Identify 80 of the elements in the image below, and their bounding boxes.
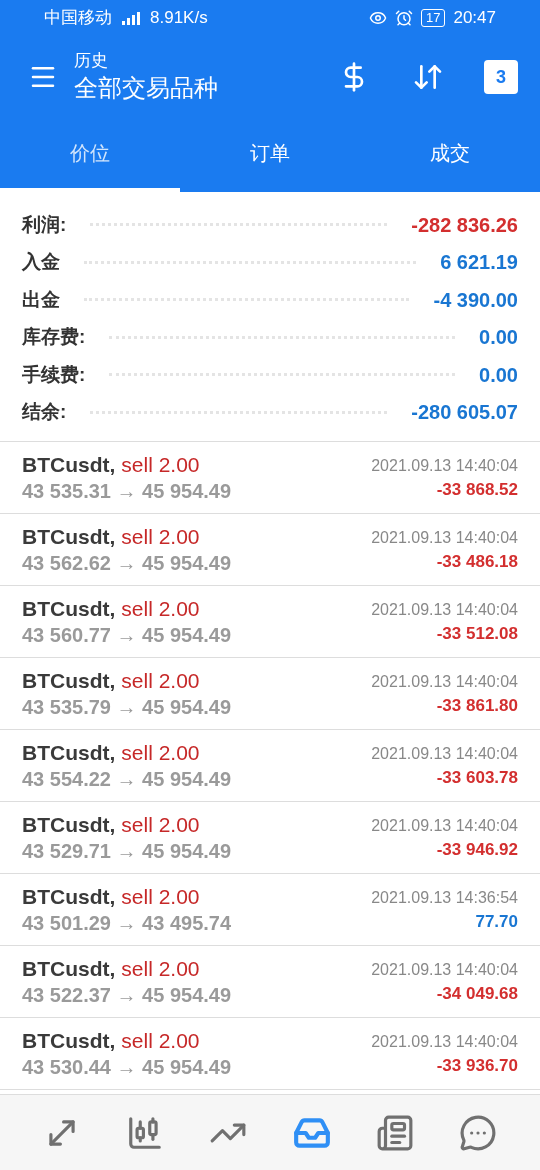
calendar-button[interactable]: 3: [484, 60, 518, 94]
trade-row[interactable]: BTCusdt, sell 2.00 43 560.77 → 45 954.49 2021.09.13 14:40:04 -33 512.08: [0, 586, 540, 658]
summary-label: 结余:: [22, 400, 67, 424]
summary-value: -4 390.00: [433, 287, 518, 313]
trade-symbol: BTCusdt,: [22, 883, 116, 910]
trade-prices: 43 529.71 → 45 954.49: [22, 838, 232, 864]
summary-label: 出金: [22, 287, 60, 312]
trade-time: 2021.09.13 14:40:04: [371, 743, 518, 764]
trade-side: sell 2.00: [121, 811, 200, 838]
trade-profit: 77.70: [475, 910, 518, 933]
summary-value: -282 836.26: [411, 212, 518, 238]
alarm-icon: [395, 9, 413, 27]
summary-label: 入金: [22, 250, 60, 274]
trade-profit: -33 936.70: [436, 1054, 518, 1077]
trade-prices: 43 562.62 → 45 954.49: [22, 550, 232, 576]
chat-bubble-icon[interactable]: [459, 1113, 498, 1152]
trade-prices: 43 530.44 → 45 954.49: [22, 1054, 232, 1080]
trade-prices: 43 554.22 → 45 954.49: [22, 766, 232, 792]
trade-side: sell 2.00: [121, 667, 200, 694]
trade-profit: -33 861.80: [436, 694, 518, 717]
trade-row[interactable]: BTCusdt, sell 2.00 43 501.29 → 43 495.74 2021.09.13 14:36:54 77.70: [0, 874, 540, 946]
trade-row[interactable]: BTCusdt, sell 2.00 43 562.62 → 45 954.49 2021.09.13 14:40:04 -33 486.18: [0, 514, 540, 586]
trade-time: 2021.09.13 14:40:04: [371, 1031, 518, 1052]
trade-profit: -33 512.08: [436, 622, 518, 645]
trade-prices: 43 522.37 → 45 954.49: [22, 982, 232, 1008]
summary-value: 0.00: [479, 362, 518, 388]
trade-prices: 43 535.79 → 45 954.49: [22, 694, 232, 720]
summary-label: 手续费:: [22, 362, 86, 387]
trade-symbol: BTCusdt,: [22, 1027, 116, 1054]
screen-title: 历史: [74, 50, 109, 72]
clock-time: 20:47: [453, 7, 496, 30]
trade-time: 2021.09.13 14:40:04: [371, 671, 518, 692]
trade-prices: 43 560.77 → 45 954.49: [22, 622, 232, 648]
trade-row[interactable]: BTCusdt, sell 2.00 43 522.37 → 45 954.49 2021.09.13 14:40:04 -34 049.68: [0, 946, 540, 1018]
summary-value: 0.00: [479, 325, 518, 351]
trade-symbol: BTCusdt,: [22, 739, 116, 766]
signal-icon: [120, 11, 142, 25]
battery-indicator: 17: [421, 9, 446, 27]
trade-prices: 43 535.31 → 45 954.49: [22, 478, 232, 504]
trade-time: 2021.09.13 14:40:04: [371, 815, 518, 836]
trade-side: sell 2.00: [121, 955, 200, 982]
trade-prices: 43 501.29 → 43 495.74: [22, 910, 232, 936]
trade-side: sell 2.00: [121, 1027, 200, 1054]
trade-side: sell 2.00: [121, 883, 200, 910]
trade-time: 2021.09.13 14:40:04: [371, 455, 518, 476]
trade-row[interactable]: BTCusdt, sell 2.00 43 535.79 → 45 954.49 2021.09.13 14:40:04 -33 861.80: [0, 658, 540, 730]
newspaper-icon[interactable]: [375, 1113, 414, 1152]
trade-profit: -34 049.68: [436, 982, 518, 1005]
trade-profit: -33 486.18: [436, 550, 518, 573]
trade-side: sell 2.00: [121, 595, 200, 622]
trade-time: 2021.09.13 14:36:54: [371, 887, 518, 908]
trade-symbol: BTCusdt,: [22, 955, 116, 982]
trade-profit: -33 946.92: [436, 838, 518, 861]
carrier-name: 中国移动: [44, 7, 112, 30]
trade-time: 2021.09.13 14:40:04: [371, 599, 518, 620]
network-speed: 8.91K/s: [150, 7, 208, 30]
summary-label: 利润:: [22, 212, 67, 237]
summary-value: 6 621.19: [440, 250, 518, 276]
trade-symbol: BTCusdt,: [22, 667, 116, 694]
trade-side: sell 2.00: [121, 739, 200, 766]
eye-icon: [369, 9, 387, 27]
summary-value: -280 605.07: [411, 400, 518, 426]
tab[interactable]: 成交: [360, 118, 540, 192]
trade-profit: -33 603.78: [436, 766, 518, 789]
trade-row[interactable]: BTCusdt, sell 2.00 43 530.44 → 45 954.49 2021.09.13 14:40:04 -33 936.70: [0, 1018, 540, 1090]
trade-side: sell 2.00: [121, 451, 200, 478]
trade-row[interactable]: BTCusdt, sell 2.00 43 554.22 → 45 954.49 2021.09.13 14:40:04 -33 603.78: [0, 730, 540, 802]
trade-profit: -33 868.52: [436, 478, 518, 501]
tab[interactable]: 订单: [180, 118, 360, 192]
trade-symbol: BTCusdt,: [22, 523, 116, 550]
trade-time: 2021.09.13 14:40:04: [371, 527, 518, 548]
trade-symbol: BTCusdt,: [22, 811, 116, 838]
trade-side: sell 2.00: [121, 523, 200, 550]
trade-symbol: BTCusdt,: [22, 595, 116, 622]
trade-row[interactable]: BTCusdt, sell 2.00 43 529.71 → 45 954.49 2021.09.13 14:40:04 -33 946.92: [0, 802, 540, 874]
trade-time: 2021.09.13 14:40:04: [371, 959, 518, 980]
summary-label: 库存费:: [22, 325, 86, 349]
trade-symbol: BTCusdt,: [22, 451, 116, 478]
symbol-filter[interactable]: 全部交易品种: [74, 72, 218, 104]
trade-row[interactable]: BTCusdt, sell 2.00 43 535.31 → 45 954.49 2021.09.13 14:40:04 -33 868.52: [0, 442, 540, 514]
